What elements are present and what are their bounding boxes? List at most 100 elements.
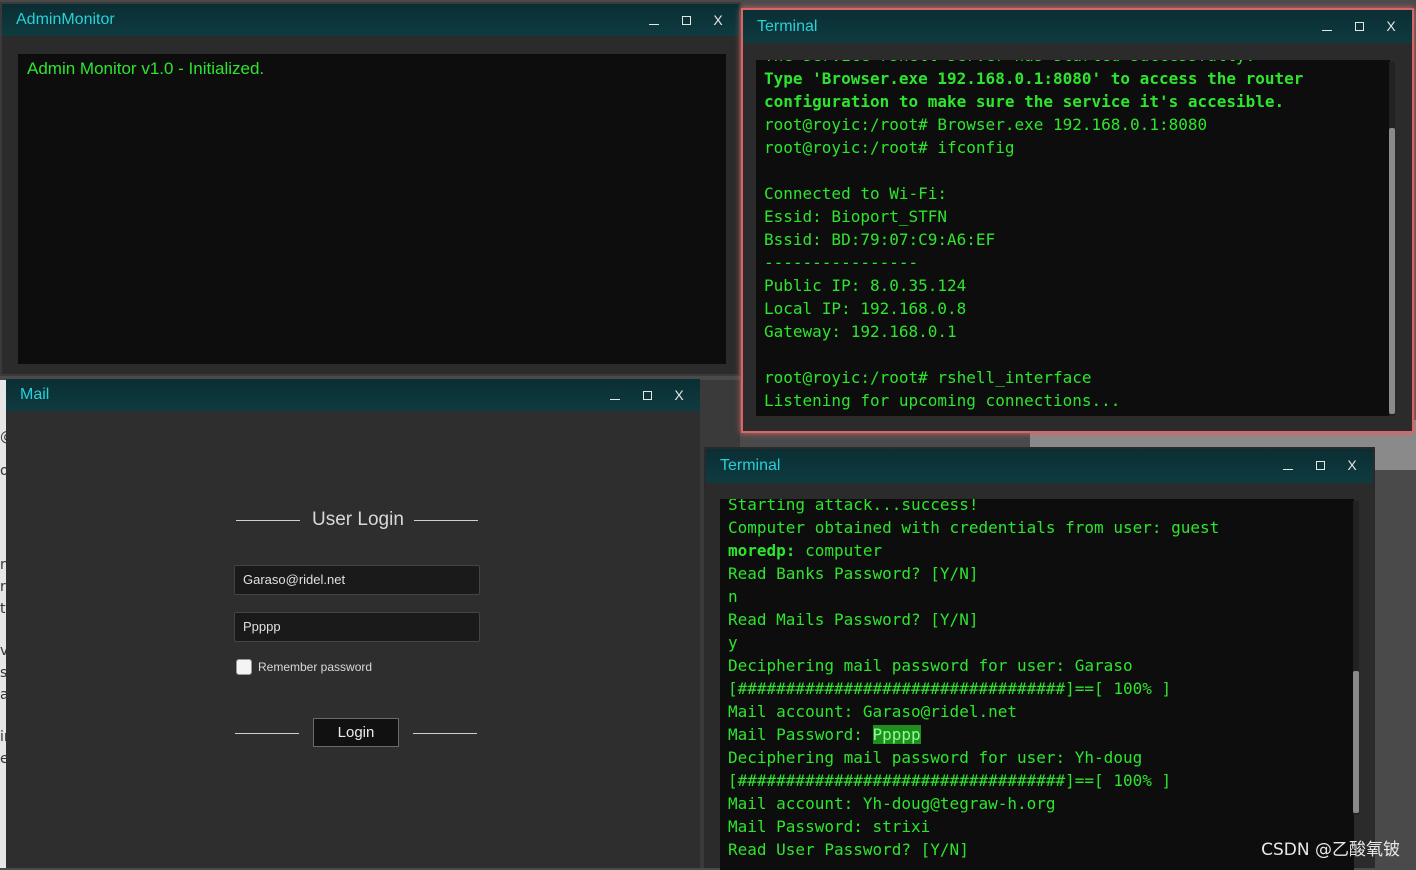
maximize-icon — [1315, 460, 1325, 470]
minimize-icon — [610, 398, 620, 400]
scrollbar-thumb[interactable] — [1353, 671, 1359, 813]
maximize-button[interactable] — [679, 13, 693, 27]
terminal-text: Public IP: 8.0.35.124 — [764, 276, 967, 295]
password-field[interactable]: Ppppp — [234, 612, 480, 642]
close-button[interactable]: X — [1384, 19, 1398, 33]
terminal-window-top[interactable]: Terminal X The service rshell server has… — [741, 8, 1414, 433]
mail-window[interactable]: Mail X User Login Garaso@ridel.net Ppppp… — [6, 379, 700, 868]
mail-titlebar[interactable]: Mail X — [6, 379, 700, 411]
close-icon: X — [713, 12, 723, 28]
terminal-line: Read Banks Password? [Y/N] — [728, 562, 978, 585]
terminal-text: Read User Password? [Y/N] — [728, 840, 969, 859]
scrollbar-thumb[interactable] — [1389, 128, 1395, 414]
terminal-line: Type 'Browser.exe 192.168.0.1:8080' to a… — [764, 67, 1303, 90]
window-title: Terminal — [757, 17, 818, 35]
terminal-line: configuration to make sure the service i… — [764, 90, 1284, 113]
minimize-button[interactable] — [1320, 19, 1334, 33]
terminal-line: Gateway: 192.168.0.1 — [764, 320, 957, 343]
terminal-text: Starting attack...success! — [728, 499, 979, 514]
close-button[interactable]: X — [711, 13, 725, 27]
terminal-text: Gateway: 192.168.0.1 — [764, 322, 957, 341]
terminal-titlebar[interactable]: Terminal X — [743, 10, 1412, 43]
terminal-text: [##################################]==[ … — [728, 679, 1172, 698]
terminal-text: Essid: Bioport_STFN — [764, 207, 948, 226]
terminal-text: Computer obtained with credentials from … — [728, 518, 1220, 537]
maximize-button[interactable] — [1352, 19, 1366, 33]
terminal-scrollbar[interactable] — [1353, 501, 1359, 815]
terminal-text: Read Banks Password? [Y/N] — [728, 564, 979, 583]
minimize-button[interactable] — [1281, 458, 1295, 472]
terminal-scrollbar[interactable] — [1389, 62, 1395, 416]
terminal-line: The service rshell server has started su… — [764, 60, 1255, 67]
terminal-titlebar[interactable]: Terminal X — [706, 449, 1373, 483]
terminal-line: Read Mails Password? [Y/N] — [728, 608, 978, 631]
maximize-icon — [1354, 21, 1364, 31]
window-title: Mail — [20, 386, 50, 403]
terminal-text: root@royic:/root# ifconfig — [764, 138, 1015, 157]
terminal-text: Type 'Browser.exe 192.168.0.1:8080' to a… — [764, 69, 1304, 88]
watermark: CSDN @乙酸氧铍 — [1261, 840, 1400, 860]
admin-monitor-window[interactable]: AdminMonitor X Admin Monitor v1.0 - Init… — [0, 2, 741, 376]
terminal-line: Connected to Wi-Fi: — [764, 182, 947, 205]
close-icon: X — [1347, 457, 1357, 473]
window-title: Terminal — [720, 457, 781, 474]
terminal-text: Listening for upcoming connections... — [764, 391, 1121, 410]
remember-password-label: Remember password — [258, 660, 373, 674]
terminal-line: Computer obtained with credentials from … — [728, 516, 1219, 539]
terminal-text: computer — [795, 541, 883, 560]
maximize-icon — [681, 15, 691, 25]
terminal-text: root@royic:/root# Browser.exe 192.168.0.… — [764, 115, 1208, 134]
terminal-line: root@royic:/root# ifconfig — [764, 136, 1014, 159]
terminal-text: Read Mails Password? [Y/N] — [728, 610, 979, 629]
terminal-line: Mail account: Yh-doug@tegraw-h.org — [728, 792, 1056, 815]
terminal-text: configuration to make sure the service i… — [764, 92, 1285, 111]
admin-monitor-titlebar[interactable]: AdminMonitor X — [2, 4, 739, 36]
terminal-prompt: moredp: — [728, 541, 796, 560]
terminal-window-bottom[interactable]: Terminal X Starting attack...success! Com… — [704, 447, 1375, 870]
minimize-button[interactable] — [608, 388, 622, 402]
window-title: AdminMonitor — [16, 11, 115, 28]
terminal-text: root@royic:/root# rshell_interface — [764, 368, 1092, 387]
terminal-line: n — [728, 585, 738, 608]
divider — [414, 520, 478, 521]
selected-text[interactable]: Ppppp — [872, 725, 921, 744]
admin-monitor-output: Admin Monitor v1.0 - Initialized. — [18, 54, 726, 364]
terminal-line: [##################################]==[ … — [728, 677, 1171, 700]
terminal-text: Mail account: Garaso@ridel.net — [728, 702, 1017, 721]
divider — [413, 733, 477, 734]
maximize-button[interactable] — [640, 388, 654, 402]
terminal-line: Listening for upcoming connections... — [764, 389, 1120, 412]
terminal-line: Public IP: 8.0.35.124 — [764, 274, 966, 297]
terminal-text: Deciphering mail password for user: Gara… — [728, 656, 1133, 675]
terminal-text: Bssid: BD:79:07:C9:A6:EF — [764, 230, 996, 249]
terminal-text: Connected to Wi-Fi: — [764, 184, 948, 203]
maximize-button[interactable] — [1313, 458, 1327, 472]
terminal-text: Deciphering mail password for user: Yh-d… — [728, 748, 1143, 767]
terminal-line: Mail Password: strixi — [728, 815, 930, 838]
terminal-text: The service rshell server has started su… — [764, 60, 1255, 65]
terminal-line: y — [728, 631, 738, 654]
terminal-line: Mail Password: Ppppp — [728, 723, 921, 746]
login-heading: User Login — [234, 509, 484, 533]
terminal-output[interactable]: Starting attack...success! Computer obtai… — [720, 499, 1354, 870]
terminal-line: root@royic:/root# Browser.exe 192.168.0.… — [764, 113, 1207, 136]
email-field[interactable]: Garaso@ridel.net — [234, 565, 480, 595]
minimize-button[interactable] — [647, 13, 661, 27]
remember-password[interactable]: Remember password — [236, 659, 372, 675]
terminal-line: Essid: Bioport_STFN — [764, 205, 947, 228]
terminal-line: ---------------- — [764, 251, 918, 274]
close-button[interactable]: X — [1345, 458, 1359, 472]
admin-monitor-message: Admin Monitor v1.0 - Initialized. — [27, 59, 265, 78]
terminal-line: Starting attack...success! — [728, 499, 978, 516]
terminal-output[interactable]: The service rshell server has started su… — [756, 60, 1390, 416]
login-button[interactable]: Login — [313, 718, 399, 747]
close-icon: X — [674, 387, 684, 403]
close-button[interactable]: X — [672, 388, 686, 402]
terminal-text: ---------------- — [764, 253, 919, 272]
terminal-line: Read User Password? [Y/N] — [728, 838, 969, 861]
divider — [235, 733, 299, 734]
remember-password-checkbox[interactable] — [236, 659, 252, 675]
login-title: User Login — [312, 509, 404, 530]
terminal-line: moredp: computer — [728, 539, 882, 562]
maximize-icon — [642, 390, 652, 400]
